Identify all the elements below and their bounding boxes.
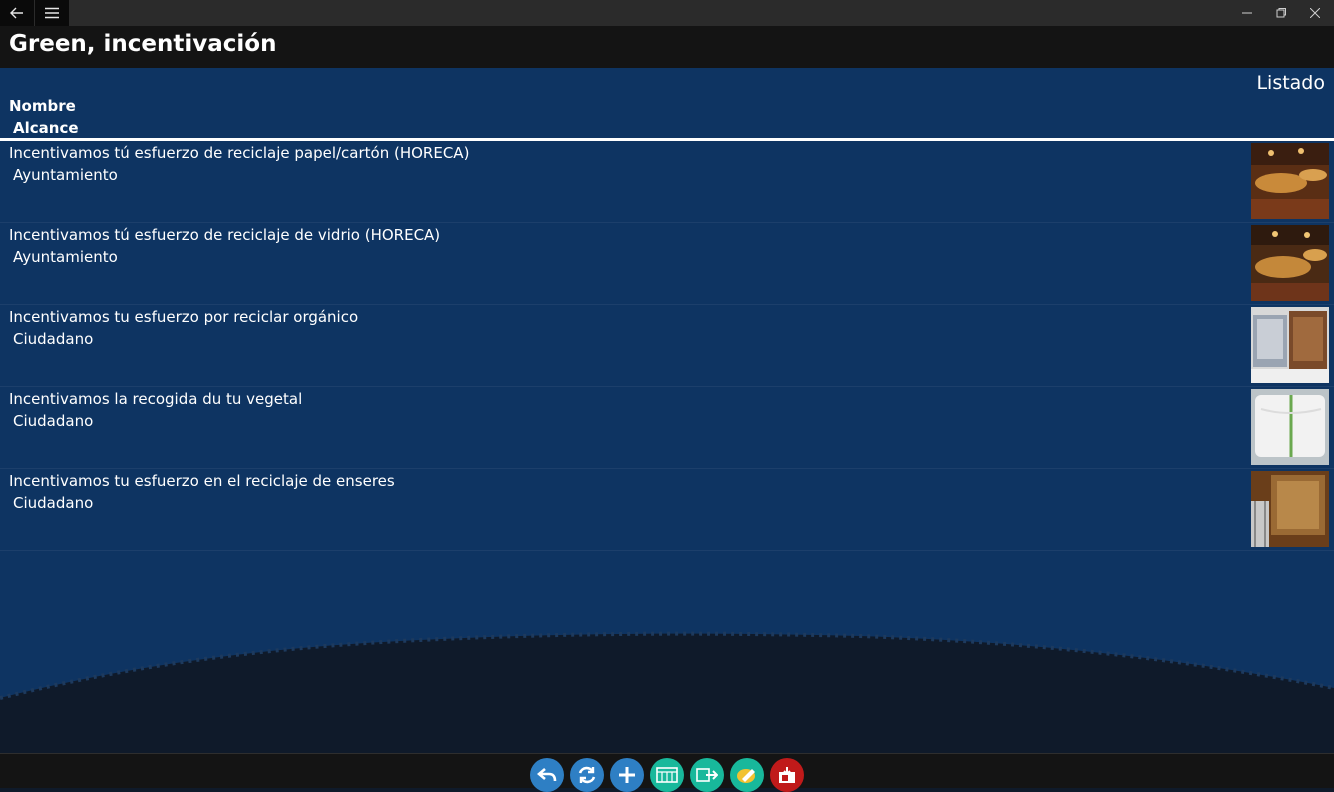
list-item[interactable]: Incentivamos tu esfuerzo por reciclar or… (0, 305, 1334, 387)
maximize-button[interactable] (1264, 0, 1298, 26)
maximize-icon (1276, 8, 1286, 18)
minimize-button[interactable] (1230, 0, 1264, 26)
item-name: Incentivamos tú esfuerzo de reciclaje pa… (9, 144, 470, 162)
background-wave (0, 631, 1334, 753)
item-scope: Ciudadano (13, 494, 94, 512)
item-scope: Ciudadano (13, 412, 94, 430)
item-scope: Ayuntamiento (13, 248, 118, 266)
item-thumbnail (1251, 389, 1329, 465)
minimize-icon (1242, 12, 1252, 14)
column-header-scope[interactable]: Alcance (13, 119, 79, 137)
main-content: Listado Nombre Alcance Incentivamos tú e… (0, 68, 1334, 753)
item-name: Incentivamos tu esfuerzo por reciclar or… (9, 308, 359, 326)
page-header: Green, incentivación (0, 26, 1334, 68)
item-thumbnail (1251, 143, 1329, 219)
back-button[interactable] (0, 0, 34, 26)
item-name: Incentivamos tú esfuerzo de reciclaje de… (9, 226, 441, 244)
edit-icon (737, 769, 755, 783)
item-thumbnail (1251, 225, 1329, 301)
view-mode-label[interactable]: Listado (1256, 72, 1325, 94)
item-list: Incentivamos tú esfuerzo de reciclaje pa… (0, 141, 1334, 551)
calendar-icon (656, 767, 678, 783)
column-header-name[interactable]: Nombre (9, 97, 76, 115)
list-item[interactable]: Incentivamos tu esfuerzo en el reciclaje… (0, 469, 1334, 551)
title-bar (0, 0, 1334, 26)
menu-button[interactable] (35, 0, 69, 26)
item-scope: Ayuntamiento (13, 166, 118, 184)
back-arrow-icon (10, 7, 23, 19)
item-name: Incentivamos la recogida du tu vegetal (9, 390, 303, 408)
page-title: Green, incentivación (9, 31, 277, 57)
list-item[interactable]: Incentivamos tú esfuerzo de reciclaje de… (0, 223, 1334, 305)
add-icon (619, 767, 635, 783)
item-thumbnail (1251, 471, 1329, 547)
item-scope: Ciudadano (13, 330, 94, 348)
undo-icon (537, 768, 557, 782)
item-thumbnail (1251, 307, 1329, 383)
mail-icon (779, 767, 795, 783)
hamburger-icon (45, 7, 59, 19)
export-icon (696, 768, 718, 782)
list-item[interactable]: Incentivamos la recogida du tu vegetal C… (0, 387, 1334, 469)
item-name: Incentivamos tu esfuerzo en el reciclaje… (9, 472, 395, 490)
bottom-app-bar (0, 753, 1334, 792)
close-icon (1310, 8, 1320, 18)
close-button[interactable] (1298, 0, 1332, 26)
refresh-icon (578, 766, 596, 784)
list-item[interactable]: Incentivamos tú esfuerzo de reciclaje pa… (0, 141, 1334, 223)
